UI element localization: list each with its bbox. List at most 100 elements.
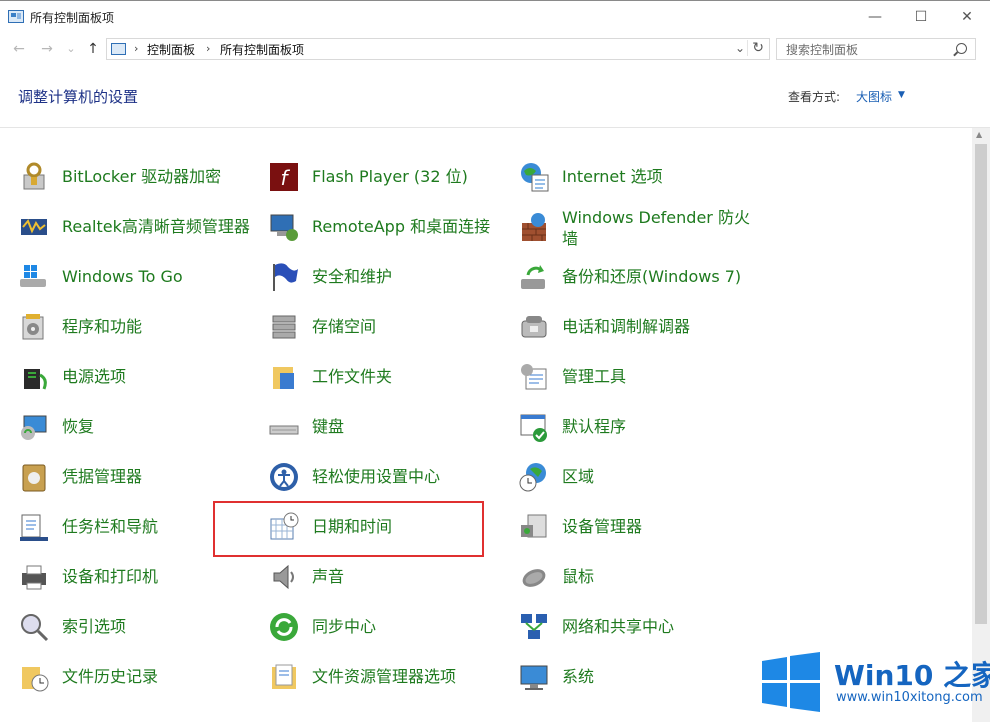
ease-of-access-icon[interactable]: [268, 461, 300, 493]
recovery-icon[interactable]: [18, 411, 50, 443]
sync-icon[interactable]: [268, 611, 300, 643]
phone-modem-icon[interactable]: [518, 311, 550, 343]
item-label[interactable]: 电话和调制解调器: [562, 316, 690, 337]
control-panel-item[interactable]: 凭据管理器: [18, 457, 258, 497]
programs-icon[interactable]: [18, 311, 50, 343]
control-panel-item[interactable]: Windows Defender 防火墙: [518, 207, 758, 248]
item-label[interactable]: RemoteApp 和桌面连接: [312, 216, 490, 237]
control-panel-item[interactable]: Windows To Go: [18, 257, 258, 297]
item-label[interactable]: 鼠标: [562, 566, 594, 587]
item-label[interactable]: 文件资源管理器选项: [312, 666, 456, 687]
credential-icon[interactable]: [18, 461, 50, 493]
control-panel-item[interactable]: f Flash Player (32 位): [268, 157, 508, 197]
admin-tools-icon[interactable]: [518, 361, 550, 393]
item-label[interactable]: Windows To Go: [62, 266, 183, 287]
control-panel-item[interactable]: 声音: [268, 557, 508, 597]
item-label[interactable]: 管理工具: [562, 366, 626, 387]
up-button[interactable]: ↑: [84, 40, 102, 58]
item-label[interactable]: Realtek高清晰音频管理器: [62, 216, 250, 237]
file-history-icon[interactable]: [18, 661, 50, 693]
control-panel-item[interactable]: 程序和功能: [18, 307, 258, 347]
control-panel-item[interactable]: Realtek高清晰音频管理器: [18, 207, 258, 247]
breadcrumb-control-panel[interactable]: 控制面板: [147, 41, 195, 58]
item-label[interactable]: 备份和还原(Windows 7): [562, 266, 741, 287]
item-label[interactable]: 程序和功能: [62, 316, 142, 337]
indexing-icon[interactable]: [18, 611, 50, 643]
item-label[interactable]: 键盘: [312, 416, 344, 437]
chevron-right-icon[interactable]: ›: [134, 42, 138, 55]
item-label[interactable]: 电源选项: [62, 366, 126, 387]
item-label[interactable]: 凭据管理器: [62, 466, 142, 487]
control-panel-item[interactable]: 恢复: [18, 407, 258, 447]
control-panel-item[interactable]: 管理工具: [518, 357, 758, 397]
back-button[interactable]: ←: [10, 40, 28, 58]
control-panel-item[interactable]: RemoteApp 和桌面连接: [268, 207, 508, 247]
control-panel-item[interactable]: 存储空间: [268, 307, 508, 347]
item-label[interactable]: 设备和打印机: [62, 566, 158, 587]
control-panel-item[interactable]: 键盘: [268, 407, 508, 447]
control-panel-item[interactable]: 轻松使用设置中心: [268, 457, 508, 497]
item-label[interactable]: 声音: [312, 566, 344, 587]
control-panel-item[interactable]: 默认程序: [518, 407, 758, 447]
control-panel-item[interactable]: 网络和共享中心: [518, 607, 758, 647]
windows-to-go-icon[interactable]: [18, 261, 50, 293]
scroll-up-icon[interactable]: ▲: [976, 130, 982, 139]
chevron-right-icon[interactable]: ›: [206, 42, 210, 55]
address-dropdown-button[interactable]: ⌄: [735, 41, 745, 55]
printer-icon[interactable]: [18, 561, 50, 593]
bitlocker-icon[interactable]: [18, 161, 50, 193]
item-label[interactable]: BitLocker 驱动器加密: [62, 166, 221, 187]
control-panel-item[interactable]: BitLocker 驱动器加密: [18, 157, 258, 197]
item-label[interactable]: 默认程序: [562, 416, 626, 437]
power-icon[interactable]: [18, 361, 50, 393]
control-panel-item[interactable]: 同步中心: [268, 607, 508, 647]
default-programs-icon[interactable]: [518, 411, 550, 443]
item-label[interactable]: 设备管理器: [562, 516, 642, 537]
firewall-icon[interactable]: [518, 211, 550, 243]
refresh-button[interactable]: ↻: [747, 40, 764, 56]
control-panel-item[interactable]: Internet 选项: [518, 157, 758, 197]
control-panel-item[interactable]: 区域: [518, 457, 758, 497]
control-panel-item[interactable]: 鼠标: [518, 557, 758, 597]
keyboard-icon[interactable]: [268, 411, 300, 443]
item-label[interactable]: 系统: [562, 666, 594, 687]
item-label[interactable]: 文件历史记录: [62, 666, 158, 687]
recent-locations-button[interactable]: ⌄: [62, 40, 80, 58]
breadcrumb-all-items[interactable]: 所有控制面板项: [220, 41, 304, 58]
minimize-button[interactable]: —: [852, 5, 898, 29]
item-label[interactable]: 区域: [562, 466, 594, 487]
item-label[interactable]: 工作文件夹: [312, 366, 392, 387]
control-panel-item[interactable]: 安全和维护: [268, 257, 508, 297]
control-panel-item[interactable]: 工作文件夹: [268, 357, 508, 397]
network-icon[interactable]: [518, 611, 550, 643]
forward-button[interactable]: →: [38, 40, 56, 58]
item-label[interactable]: 索引选项: [62, 616, 126, 637]
storage-icon[interactable]: [268, 311, 300, 343]
control-panel-item[interactable]: 电源选项: [18, 357, 258, 397]
control-panel-item[interactable]: 系统: [518, 657, 758, 697]
close-button[interactable]: ✕: [944, 5, 990, 29]
view-by-dropdown[interactable]: 大图标: [856, 88, 892, 105]
flash-icon[interactable]: f: [268, 161, 300, 193]
sound-icon[interactable]: [268, 561, 300, 593]
taskbar-icon[interactable]: [18, 511, 50, 543]
control-panel-item[interactable]: 文件资源管理器选项: [268, 657, 508, 697]
item-label[interactable]: 网络和共享中心: [562, 616, 674, 637]
control-panel-item[interactable]: 电话和调制解调器: [518, 307, 758, 347]
item-label[interactable]: 轻松使用设置中心: [312, 466, 440, 487]
item-label[interactable]: 任务栏和导航: [62, 516, 158, 537]
item-label[interactable]: 存储空间: [312, 316, 376, 337]
control-panel-item[interactable]: 文件历史记录: [18, 657, 258, 697]
search-icon[interactable]: [956, 43, 967, 54]
control-panel-item[interactable]: 索引选项: [18, 607, 258, 647]
internet-options-icon[interactable]: [518, 161, 550, 193]
control-panel-item[interactable]: 设备管理器: [518, 507, 758, 547]
mouse-icon[interactable]: [518, 561, 550, 593]
address-bar[interactable]: › 控制面板 › 所有控制面板项 ⌄ ↻: [106, 38, 770, 60]
control-panel-item[interactable]: 设备和打印机: [18, 557, 258, 597]
system-icon[interactable]: [518, 661, 550, 693]
caret-down-icon[interactable]: ▼: [898, 90, 905, 100]
work-folders-icon[interactable]: [268, 361, 300, 393]
item-label[interactable]: 安全和维护: [312, 266, 392, 287]
flag-icon[interactable]: [268, 261, 300, 293]
